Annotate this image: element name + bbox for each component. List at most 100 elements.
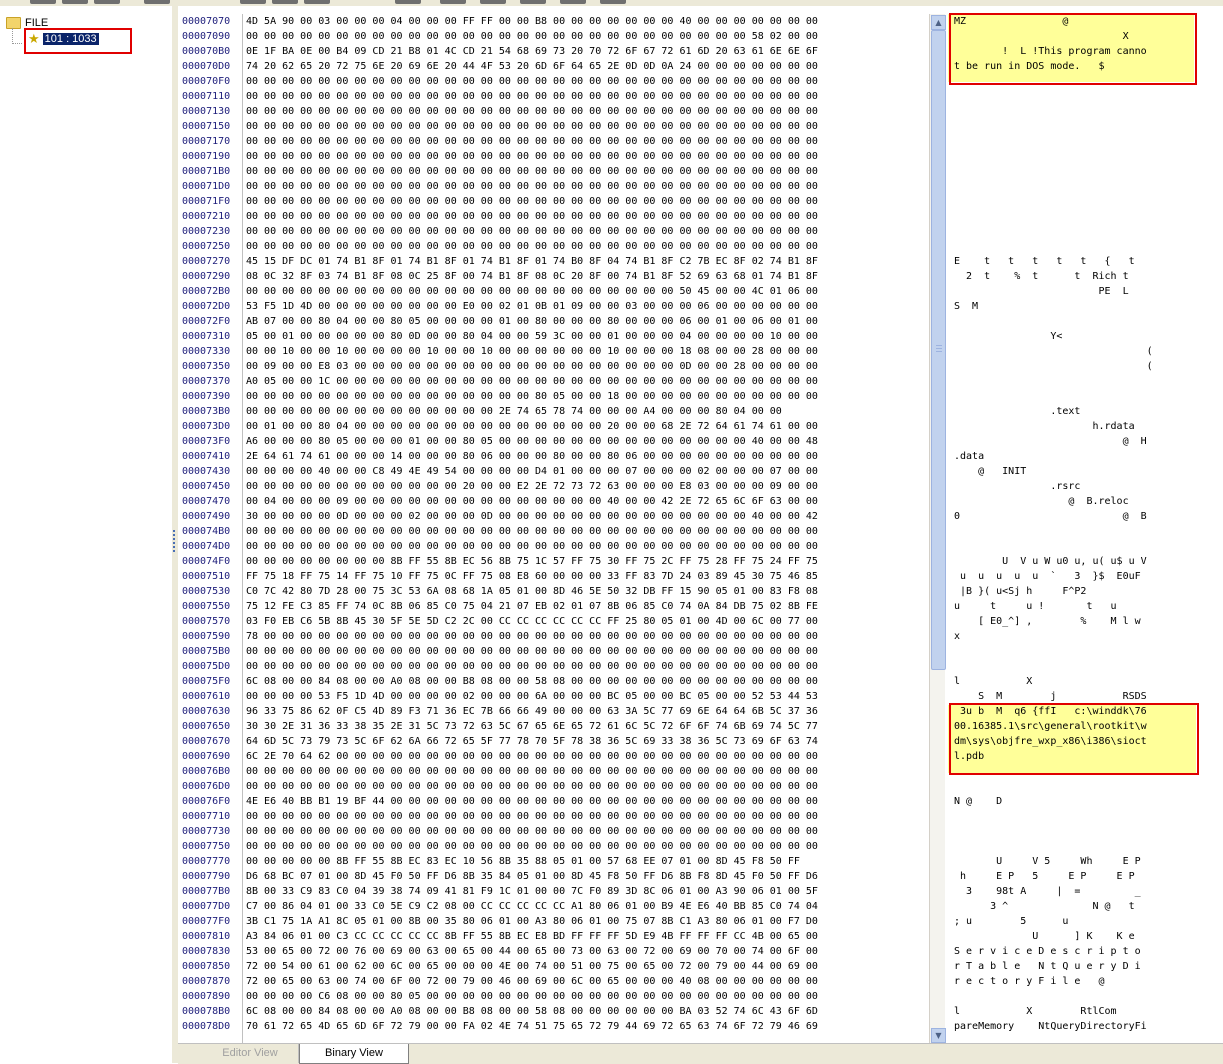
row-hex-bytes[interactable]: 00 00 00 00 00 00 00 00 8B FF 55 8B EC 5… xyxy=(246,554,946,569)
row-hex-bytes[interactable]: 45 15 DF DC 01 74 B1 8F 01 74 B1 8F 01 7… xyxy=(246,254,946,269)
toolbar-button[interactable] xyxy=(272,0,298,4)
row-hex-bytes[interactable]: FF 75 18 FF 75 14 FF 75 10 FF 75 0C FF 7… xyxy=(246,569,946,584)
hex-view[interactable]: 00007070 00007090 000070B0 000070D0 000070F0… xyxy=(178,14,945,1043)
toolbar-button[interactable] xyxy=(480,0,506,4)
toolbar-button[interactable] xyxy=(240,0,266,4)
toolbar-button[interactable] xyxy=(94,0,120,4)
row-hex-bytes[interactable]: 72 00 54 00 61 00 62 00 6C 00 65 00 00 0… xyxy=(246,959,946,974)
row-ascii[interactable]: @ H xyxy=(948,434,1223,449)
row-ascii[interactable]: u u u u u ` 3 }$ E0uF xyxy=(948,569,1223,584)
row-ascii[interactable]: U V u W u0 u, u( u$ u V xyxy=(948,554,1223,569)
row-hex-bytes[interactable]: 03 F0 EB C6 5B 8B 45 30 5F 5E 5D C2 2C 0… xyxy=(246,614,946,629)
toolbar-button[interactable] xyxy=(30,0,56,4)
row-ascii[interactable]: S M xyxy=(948,299,1223,314)
row-ascii[interactable]: @ B.reloc xyxy=(948,494,1223,509)
row-hex-bytes[interactable]: 00 00 00 00 00 00 00 00 00 00 00 00 00 0… xyxy=(246,824,946,839)
ascii-view[interactable]: MZ @ X ! L !This program canno t be run i… xyxy=(948,14,1223,1043)
row-hex-bytes[interactable]: 0E 1F BA 0E 00 B4 09 CD 21 B8 01 4C CD 2… xyxy=(246,44,946,59)
row-hex-bytes[interactable]: 00 00 00 00 00 00 00 00 00 00 00 00 00 0… xyxy=(246,194,946,209)
row-ascii[interactable]: ! L !This program canno xyxy=(948,44,1223,59)
row-hex-bytes[interactable]: 00 00 00 00 00 00 00 00 00 00 00 00 00 0… xyxy=(246,149,946,164)
toolbar-button[interactable] xyxy=(520,0,546,4)
row-ascii[interactable]: l X RtlCom xyxy=(948,1004,1223,1019)
row-ascii[interactable]: 3u b M q6 {ffI c:\winddk\76 xyxy=(948,704,1223,719)
row-hex-bytes[interactable]: D6 68 BC 07 01 00 8D 45 F0 50 FF D6 8B 3… xyxy=(246,869,946,884)
row-ascii[interactable]: .data xyxy=(948,449,1223,464)
row-ascii[interactable]: l X xyxy=(948,674,1223,689)
row-ascii[interactable] xyxy=(948,149,1223,164)
row-hex-bytes[interactable]: 00 00 00 00 00 00 00 00 00 00 00 00 20 0… xyxy=(246,479,946,494)
row-hex-bytes[interactable]: 00 09 00 00 E8 03 00 00 00 00 00 00 00 0… xyxy=(246,359,946,374)
row-hex-bytes[interactable]: 00 00 00 00 00 00 00 00 00 00 00 00 00 0… xyxy=(246,539,946,554)
row-hex-bytes[interactable]: 00 00 00 00 40 00 00 C8 49 4E 49 54 00 0… xyxy=(246,464,946,479)
row-hex-bytes[interactable]: 00 00 00 00 00 00 00 00 00 00 00 00 00 0… xyxy=(246,209,946,224)
row-hex-bytes[interactable]: 00 00 00 00 00 00 00 00 00 00 00 00 00 0… xyxy=(246,119,946,134)
row-hex-bytes[interactable]: 00 00 00 00 00 00 00 00 00 00 00 00 00 0… xyxy=(246,29,946,44)
row-ascii[interactable]: r T a b l e N t Q u e r y D i xyxy=(948,959,1223,974)
row-hex-bytes[interactable]: 00 00 00 00 00 00 00 00 00 00 00 00 00 0… xyxy=(246,89,946,104)
row-ascii[interactable] xyxy=(948,839,1223,854)
row-hex-bytes[interactable]: 00 00 00 00 00 00 00 00 00 00 00 00 00 0… xyxy=(246,524,946,539)
row-ascii[interactable]: pareMemory NtQueryDirectoryFi xyxy=(948,1019,1223,1034)
row-hex-bytes[interactable]: A0 05 00 00 1C 00 00 00 00 00 00 00 00 0… xyxy=(246,374,946,389)
row-hex-bytes[interactable]: A3 84 06 01 00 C3 CC CC CC CC CC 8B FF 5… xyxy=(246,929,946,944)
row-ascii[interactable]: t be run in DOS mode. $ xyxy=(948,59,1223,74)
row-ascii[interactable] xyxy=(948,89,1223,104)
toolbar-button[interactable] xyxy=(440,0,466,4)
tree-node-resource[interactable]: ★ 101 : 1033 xyxy=(28,31,99,47)
row-ascii[interactable] xyxy=(948,389,1223,404)
row-hex-bytes[interactable]: AB 07 00 00 80 04 00 00 80 05 00 00 00 0… xyxy=(246,314,946,329)
row-ascii[interactable]: |B }( u<Sj h F^P2 xyxy=(948,584,1223,599)
row-hex-bytes[interactable]: C7 00 86 04 01 00 33 C0 5E C9 C2 08 00 C… xyxy=(246,899,946,914)
row-hex-bytes[interactable]: 00 01 00 00 80 04 00 00 00 00 00 00 00 0… xyxy=(246,419,946,434)
row-hex-bytes[interactable]: 30 30 2E 31 36 33 38 35 2E 31 5C 73 72 6… xyxy=(246,719,946,734)
row-ascii[interactable]: 3 98t A | = _ xyxy=(948,884,1223,899)
row-ascii[interactable]: r e c t o r y F i l e @ xyxy=(948,974,1223,989)
row-ascii[interactable]: E t t t t t { t xyxy=(948,254,1223,269)
row-ascii[interactable]: dm\sys\objfre_wxp_x86\i386\sioct xyxy=(948,734,1223,749)
row-ascii[interactable]: h.rdata xyxy=(948,419,1223,434)
row-hex-bytes[interactable]: A6 00 00 00 80 05 00 00 00 01 00 00 80 0… xyxy=(246,434,946,449)
row-hex-bytes[interactable]: 00 00 00 00 00 00 00 00 00 00 00 00 00 0… xyxy=(246,764,946,779)
row-hex-bytes[interactable]: 00 00 00 00 00 00 00 00 00 00 00 00 00 0… xyxy=(246,389,946,404)
vertical-scrollbar[interactable]: ▲ ▼ xyxy=(929,14,946,1043)
row-ascii[interactable] xyxy=(948,209,1223,224)
row-hex-bytes[interactable]: 4E E6 40 BB B1 19 BF 44 00 00 00 00 00 0… xyxy=(246,794,946,809)
row-ascii[interactable]: 00.16385.1\src\general\rootkit\w xyxy=(948,719,1223,734)
tab-editor-view[interactable]: Editor View xyxy=(202,1044,299,1063)
row-hex-bytes[interactable]: 00 00 00 00 00 00 00 00 00 00 00 00 00 0… xyxy=(246,104,946,119)
row-ascii[interactable] xyxy=(948,524,1223,539)
toolbar-button[interactable] xyxy=(600,0,626,4)
row-hex-bytes[interactable]: 6C 08 00 00 84 08 00 00 A0 08 00 00 B8 0… xyxy=(246,674,946,689)
row-hex-bytes[interactable]: 00 00 00 00 00 00 00 00 00 00 00 00 00 0… xyxy=(246,284,946,299)
row-ascii[interactable]: X xyxy=(948,29,1223,44)
row-hex-bytes[interactable]: 00 00 10 00 00 10 00 00 00 00 10 00 00 1… xyxy=(246,344,946,359)
row-ascii[interactable]: [ E0_^] , % M l w xyxy=(948,614,1223,629)
row-hex-bytes[interactable]: 53 00 65 00 72 00 76 00 69 00 63 00 65 0… xyxy=(246,944,946,959)
row-ascii[interactable] xyxy=(948,134,1223,149)
row-hex-bytes[interactable]: 00 00 00 00 00 00 00 00 00 00 00 00 00 0… xyxy=(246,839,946,854)
row-hex-bytes[interactable]: 78 00 00 00 00 00 00 00 00 00 00 00 00 0… xyxy=(246,629,946,644)
row-hex-bytes[interactable]: 2E 64 61 74 61 00 00 00 14 00 00 00 80 0… xyxy=(246,449,946,464)
row-ascii[interactable]: 0 @ B xyxy=(948,509,1223,524)
row-hex-bytes[interactable]: 70 61 72 65 4D 65 6D 6F 72 79 00 00 FA 0… xyxy=(246,1019,946,1034)
row-hex-bytes[interactable]: 05 00 01 00 00 00 00 00 80 0D 00 00 80 0… xyxy=(246,329,946,344)
row-hex-bytes[interactable]: 96 33 75 86 62 0F C5 4D 89 F3 71 36 EC 7… xyxy=(246,704,946,719)
row-ascii[interactable] xyxy=(948,179,1223,194)
scroll-down-icon[interactable]: ▼ xyxy=(931,1028,946,1043)
row-hex-bytes[interactable]: 72 00 65 00 63 00 74 00 6F 00 72 00 79 0… xyxy=(246,974,946,989)
row-ascii[interactable]: MZ @ xyxy=(948,14,1223,29)
row-hex-bytes[interactable]: 00 00 00 00 00 00 00 00 00 00 00 00 00 0… xyxy=(246,74,946,89)
row-hex-bytes[interactable]: 00 00 00 00 C6 08 00 00 80 05 00 00 00 0… xyxy=(246,989,946,1004)
row-hex-bytes[interactable]: 3B C1 75 1A A1 8C 05 01 00 8B 00 35 80 0… xyxy=(246,914,946,929)
toolbar-button[interactable] xyxy=(395,0,421,4)
row-ascii[interactable]: x xyxy=(948,629,1223,644)
row-ascii[interactable]: 2 t % t t Rich t xyxy=(948,269,1223,284)
row-hex-bytes[interactable]: 30 00 00 00 00 0D 00 00 00 02 00 00 00 0… xyxy=(246,509,946,524)
row-ascii[interactable]: U V 5 Wh E P xyxy=(948,854,1223,869)
row-ascii[interactable] xyxy=(948,74,1223,89)
tab-binary-view[interactable]: Binary View xyxy=(299,1044,409,1064)
row-ascii[interactable]: .rsrc xyxy=(948,479,1223,494)
toolbar-button[interactable] xyxy=(304,0,330,4)
row-hex-bytes[interactable]: 4D 5A 90 00 03 00 00 00 04 00 00 00 FF F… xyxy=(246,14,946,29)
